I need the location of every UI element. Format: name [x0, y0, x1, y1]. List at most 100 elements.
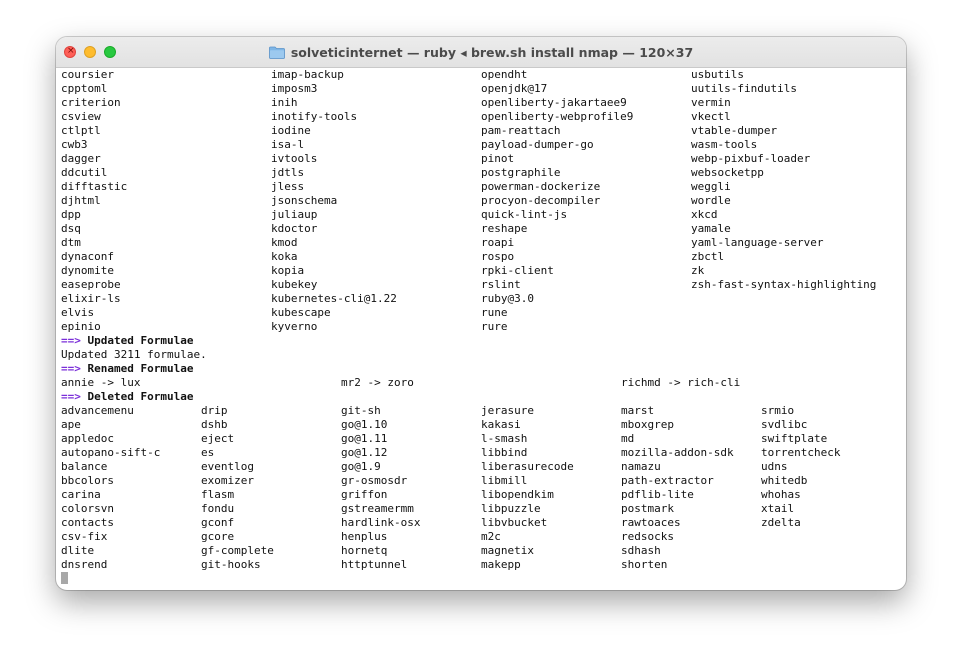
formula-name: rospo — [481, 250, 515, 263]
formula-name: ivtools — [271, 152, 318, 165]
formula-name: zk — [691, 264, 705, 277]
formula-name: powerman-dockerize — [481, 180, 601, 193]
renamed-formulae-header: ==> Renamed Formulae — [61, 362, 193, 376]
deleted-formula-name: go@1.9 — [341, 460, 381, 473]
formula-name: xkcd — [691, 208, 718, 221]
formula-name: inotify-tools — [271, 110, 358, 123]
formula-name: easeprobe — [61, 278, 121, 291]
deleted-formula-name: srmio — [761, 404, 795, 417]
deleted-formula-name: exomizer — [201, 474, 254, 487]
formula-name: ruby@3.0 — [481, 292, 534, 305]
formula-name: elixir-ls — [61, 292, 121, 305]
formula-name: wordle — [691, 194, 731, 207]
deleted-formula-name: contacts — [61, 516, 114, 529]
deleted-formula-name: whohas — [761, 488, 801, 501]
formula-name: rune — [481, 306, 508, 319]
formula-name: epinio — [61, 320, 101, 333]
formula-name: rpki-client — [481, 264, 554, 277]
deleted-formula-name: appledoc — [61, 432, 114, 445]
deleted-formula-name: gf-complete — [201, 544, 274, 557]
deleted-formula-name: udns — [761, 460, 788, 473]
formula-name: zsh-fast-syntax-highlighting — [691, 278, 877, 291]
deleted-formula-name: redsocks — [621, 530, 674, 543]
deleted-formula-name: kakasi — [481, 418, 521, 431]
formula-name: iodine — [271, 124, 311, 137]
arrow-prompt: ==> — [61, 334, 81, 347]
terminal-window: × solveticinternet — ruby ◂ brew.sh inst… — [56, 37, 906, 590]
formula-name: kdoctor — [271, 222, 318, 235]
updated-formulae-header-label: Updated Formulae — [87, 334, 194, 347]
formula-name: roapi — [481, 236, 515, 249]
updated-formulae-text: Updated 3211 formulae. — [61, 348, 207, 361]
formula-name: jless — [271, 180, 305, 193]
formula-name: procyon-decompiler — [481, 194, 601, 207]
formula-name: coursier — [61, 68, 114, 81]
formula-name: imposm3 — [271, 82, 318, 95]
formula-name: dsq — [61, 222, 81, 235]
formula-name: dynomite — [61, 264, 114, 277]
deleted-formula-name: gr-osmosdr — [341, 474, 408, 487]
deleted-formula-name: hardlink-osx — [341, 516, 421, 529]
formula-name: postgraphile — [481, 166, 561, 179]
formula-name: elvis — [61, 306, 95, 319]
deleted-formula-name: rawtoaces — [621, 516, 681, 529]
deleted-formula-name: colorsvn — [61, 502, 114, 515]
deleted-formula-name: autopano-sift-c — [61, 446, 161, 459]
deleted-formula-name: git-sh — [341, 404, 381, 417]
formula-name: openliberty-jakartaee9 — [481, 96, 627, 109]
formula-name: isa-l — [271, 138, 305, 151]
deleted-formula-name: namazu — [621, 460, 661, 473]
deleted-formula-name: griffon — [341, 488, 388, 501]
deleted-formula-name: zdelta — [761, 516, 801, 529]
formula-name: kmod — [271, 236, 298, 249]
deleted-formula-name: eject — [201, 432, 235, 445]
formula-name: websocketpp — [691, 166, 764, 179]
renamed-formula: mr2 -> zoro — [341, 376, 414, 389]
formula-name: uutils-findutils — [691, 82, 797, 95]
formula-name: wasm-tools — [691, 138, 758, 151]
formula-name: koka — [271, 250, 298, 263]
terminal-output[interactable]: coursier cpptoml criterion csview ctlptl cwb3… — [61, 67, 901, 590]
formula-name: csview — [61, 110, 101, 123]
formula-name: yamale — [691, 222, 731, 235]
deleted-formula-name: dlite — [61, 544, 95, 557]
formula-name: ddcutil — [61, 166, 108, 179]
arrow-prompt: ==> — [61, 362, 81, 375]
deleted-formula-name: hornetq — [341, 544, 388, 557]
deleted-formula-name: dnsrend — [61, 558, 108, 571]
deleted-formulae-header: ==> Deleted Formulae — [61, 390, 193, 404]
formula-name: rure — [481, 320, 508, 333]
deleted-formula-name: whitedb — [761, 474, 808, 487]
formula-name: webp-pixbuf-loader — [691, 152, 811, 165]
deleted-formula-name: henplus — [341, 530, 388, 543]
renamed-formulae-header-label: Renamed Formulae — [87, 362, 194, 375]
formula-name: cpptoml — [61, 82, 108, 95]
formula-name: jsonschema — [271, 194, 338, 207]
deleted-formula-name: csv-fix — [61, 530, 108, 543]
folder-icon — [268, 46, 285, 59]
deleted-formula-name: carina — [61, 488, 101, 501]
formula-name: openjdk@17 — [481, 82, 548, 95]
deleted-formula-name: go@1.11 — [341, 432, 388, 445]
window-title: solveticinternet — ruby ◂ brew.sh instal… — [290, 44, 694, 60]
deleted-formula-name: makepp — [481, 558, 521, 571]
deleted-formula-name: drip — [201, 404, 228, 417]
deleted-formula-name: go@1.12 — [341, 446, 388, 459]
deleted-formulae-header-label: Deleted Formulae — [87, 390, 194, 403]
deleted-formula-name: ape — [61, 418, 81, 431]
formula-name: kubescape — [271, 306, 331, 319]
deleted-formula-name: mboxgrep — [621, 418, 674, 431]
formula-name: usbutils — [691, 68, 744, 81]
updated-formulae-header: ==> Updated Formulae — [61, 334, 193, 348]
formula-name: pam-reattach — [481, 124, 561, 137]
formula-name: kopia — [271, 264, 305, 277]
deleted-formula-name: torrentcheck — [761, 446, 841, 459]
deleted-formula-name: l-smash — [481, 432, 528, 445]
deleted-formula-name: m2c — [481, 530, 501, 543]
title-bar[interactable]: × solveticinternet — ruby ◂ brew.sh inst… — [56, 37, 906, 68]
question-logo-icon — [903, 584, 906, 590]
title-area: solveticinternet — ruby ◂ brew.sh instal… — [56, 37, 906, 67]
deleted-formula-name: svdlibc — [761, 418, 808, 431]
formula-name: dpp — [61, 208, 81, 221]
formula-name: rslint — [481, 278, 521, 291]
